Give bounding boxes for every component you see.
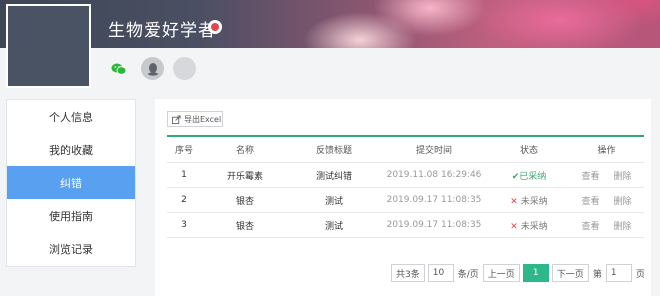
table-row: 3 银杏 测试 2019.09.17 11:08:35 ✕ 未采纳 查看 删除 [167,213,644,238]
site-title: 生物爱好学者 [108,21,216,41]
export-label: 导出Excel [184,114,222,124]
avatar[interactable] [6,4,91,88]
row-actions: 查看 删除 [569,219,644,232]
sidebar-item-history[interactable]: 浏览记录 [7,232,135,265]
cell-name: 银杏 [235,221,254,232]
goto-page-input[interactable]: 1 [605,264,632,282]
sidebar-item-profile[interactable]: 个人信息 [7,100,135,133]
header-no: 序号 [174,146,193,156]
sidebar-item-corrections[interactable]: 纠错 [7,166,135,199]
table-row: 2 银杏 测试 2019.09.17 11:08:35 ✕ 未采纳 查看 删除 [167,188,644,213]
sidebar: 个人信息 我的收藏 纠错 使用指南 浏览记录 [6,99,136,267]
view-button[interactable]: 查看 [581,194,599,207]
banner-image [0,0,660,48]
cell-time: 2019.09.17 11:08:35 [386,195,482,205]
cell-title: 测试 [324,221,343,232]
row-actions: 查看 删除 [569,194,644,207]
cell-name: 开乐霉素 [226,171,263,182]
sidebar-item-favorites[interactable]: 我的收藏 [7,133,135,166]
delete-button[interactable]: 删除 [614,219,632,232]
page-size-input[interactable]: 10 [427,264,454,282]
header-banner: 生物爱好学者 [0,0,660,90]
delete-button[interactable]: 删除 [614,169,632,182]
header-name: 名称 [235,146,254,156]
current-page-button[interactable]: 1 [522,264,549,282]
export-icon [172,114,181,124]
pager-total: 共3条 [391,264,425,282]
next-page-button[interactable]: 下一页 [551,264,589,282]
table-header-row: 序号 名称 反馈标题 提交时间 状态 操作 [167,137,644,163]
cell-time: 2019.11.08 16:29:46 [386,170,482,180]
sidebar-item-guide[interactable]: 使用指南 [7,199,135,232]
header-time: 提交时间 [415,146,452,156]
cell-title: 测试纠错 [315,171,352,182]
status-badge: ✕ 未采纳 [489,194,569,207]
main-panel: 导出Excel 序号 名称 反馈标题 提交时间 状态 操作 1 开乐霉素 测试纠… [155,99,651,296]
qq-icon[interactable] [141,57,164,80]
cross-icon: ✕ [510,221,518,232]
view-button[interactable]: 查看 [581,219,599,232]
cell-title: 测试 [324,196,343,207]
status-text: 已采纳 [519,171,547,182]
pagination: 共3条 10 条/页 上一页 1 下一页 第 1 页 [391,264,646,282]
placeholder-icon[interactable] [173,57,196,80]
cross-icon: ✕ [510,196,518,207]
status-badge: ✔已采纳 [489,169,569,182]
delete-button[interactable]: 删除 [614,194,632,207]
status-badge: ✕ 未采纳 [489,219,569,232]
cell-no: 1 [181,170,187,180]
wechat-icon[interactable] [110,60,128,78]
cell-no: 3 [181,220,187,230]
view-button[interactable]: 查看 [581,169,599,182]
header-actions: 操作 [597,146,616,156]
header-status: 状态 [519,146,538,156]
cell-name: 银杏 [235,196,254,207]
corrections-table: 序号 名称 反馈标题 提交时间 状态 操作 1 开乐霉素 测试纠错 2019.1… [167,135,644,238]
status-text: 未采纳 [520,196,548,207]
header-title: 反馈标题 [315,146,352,156]
cell-time: 2019.09.17 11:08:35 [386,220,482,230]
table-row: 1 开乐霉素 测试纠错 2019.11.08 16:29:46 ✔已采纳 查看 … [167,163,644,188]
goto-prefix: 第 [592,269,602,280]
row-actions: 查看 删除 [569,169,644,182]
goto-suffix: 页 [635,269,645,280]
weibo-icon[interactable] [208,20,222,34]
status-text: 未采纳 [520,221,548,232]
prev-page-button[interactable]: 上一页 [482,264,520,282]
per-page-label: 条/页 [457,269,479,280]
cell-no: 2 [181,195,187,205]
export-excel-button[interactable]: 导出Excel [167,111,223,127]
